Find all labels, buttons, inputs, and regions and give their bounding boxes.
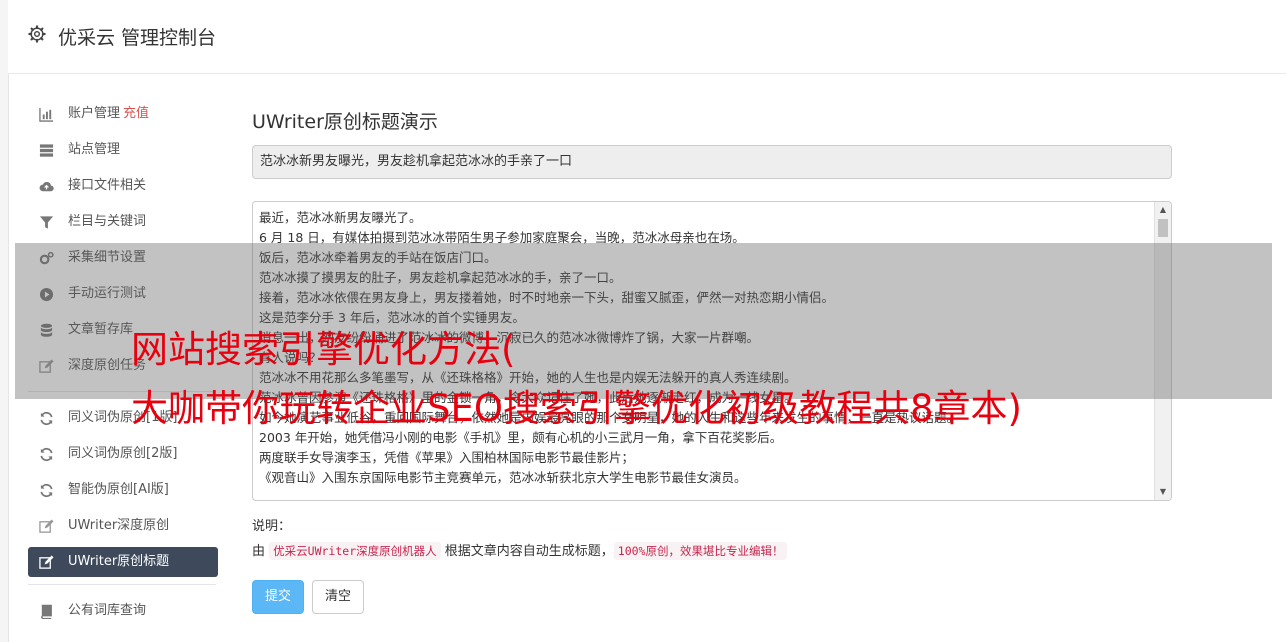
page-title: UWriter原创标题演示 xyxy=(252,111,438,133)
form-buttons: 提交 清空 xyxy=(252,580,1172,614)
cloud-upload-icon xyxy=(39,182,54,192)
book-icon xyxy=(41,604,52,619)
sidebar-item-label: 栏目与关键词 xyxy=(68,214,147,229)
scroll-up-arrow-icon[interactable]: ▲ xyxy=(1155,202,1171,218)
article-line: 最近，范冰冰新男友曝光了。 xyxy=(259,210,422,225)
article-line: 两度联手女导演李玉，凭借《苹果》入围柏林国际电影节最佳影片； xyxy=(259,450,635,465)
sidebar-item-uwriter-deep[interactable]: UWriter深度原创 xyxy=(28,508,218,544)
note-label: 说明： xyxy=(252,519,292,534)
refresh-icon xyxy=(40,411,53,426)
note-robot-name: 优采云UWriter深度原创机器人 xyxy=(269,542,441,560)
sidebar-item-ai-rewrite[interactable]: 智能伪原创[AI版] xyxy=(28,472,218,508)
note-prefix: 由 xyxy=(252,544,266,559)
scroll-down-arrow-icon[interactable]: ▼ xyxy=(1155,484,1171,500)
edit-icon xyxy=(39,519,54,533)
sidebar-item-columns-keywords[interactable]: 栏目与关键词 xyxy=(28,204,218,240)
refresh-icon xyxy=(40,483,53,498)
sidebar-item-label: 站点管理 xyxy=(68,142,121,157)
sidebar-item-account[interactable]: 账户管理 充值 xyxy=(28,96,218,132)
article-line: 2003 年开始，她凭借冯小刚的电影《手机》里，颇有心机的小三武月一角，拿下百花… xyxy=(259,430,783,445)
generated-title-field[interactable]: 范冰冰新男友曝光，男友趁机拿起范冰冰的手亲了一口 xyxy=(252,145,1172,179)
note-middle: 根据文章内容自动生成标题， xyxy=(444,544,614,559)
note-original-claim: 100%原创，效果堪比专业编辑！ xyxy=(613,542,788,560)
overlay-headline-line1: 网站搜索引擎优化方法( xyxy=(131,328,516,371)
clear-button[interactable]: 清空 xyxy=(312,580,365,614)
sidebar-item-public-lexicon[interactable]: 公有词库查询 xyxy=(28,593,218,629)
filter-icon xyxy=(39,216,54,229)
scroll-thumb[interactable] xyxy=(1158,219,1168,237)
sidebar-item-label: 智能伪原创[AI版] xyxy=(68,482,169,497)
gear-icon xyxy=(28,25,46,43)
sidebar-item-synonym-v2[interactable]: 同义词伪原创[2版] xyxy=(28,436,218,472)
sidebar-item-label: 账户管理 xyxy=(68,106,121,121)
sidebar-item-uwriter-title[interactable]: UWriter原创标题 xyxy=(28,547,218,577)
sidebar-divider xyxy=(28,584,216,585)
recharge-link[interactable]: 充值 xyxy=(123,106,149,121)
sidebar-item-label: UWriter原创标题 xyxy=(68,554,170,569)
watermark-overlay-band xyxy=(15,243,1272,399)
sidebar-item-sites[interactable]: 站点管理 xyxy=(28,132,218,168)
refresh-icon xyxy=(40,447,53,462)
article-line: 《观音山》入围东京国际电影节主竞赛单元，范冰冰斩获北京大学生电影节最佳女演员。 xyxy=(259,470,747,485)
sidebar-item-interface-files[interactable]: 接口文件相关 xyxy=(28,168,218,204)
header: 优采云 管理控制台 xyxy=(8,0,1286,74)
submit-button[interactable]: 提交 xyxy=(252,580,305,614)
sidebar-item-label: 同义词伪原创[2版] xyxy=(68,446,178,461)
sidebar-item-label: 接口文件相关 xyxy=(68,178,147,193)
overlay-headline-line2: 大咖带你玩转企业SEO搜索引擎优化初级教程共8章本) xyxy=(131,387,1022,430)
sidebar-item-label: 公有词库查询 xyxy=(68,603,147,618)
edit-icon xyxy=(39,555,54,569)
note-text: 由 优采云UWriter深度原创机器人 根据文章内容自动生成标题， 100%原创，… xyxy=(252,540,1172,560)
page-header-title: 优采云 管理控制台 xyxy=(58,27,217,49)
bar-chart-icon xyxy=(39,107,54,122)
sidebar-item-label: UWriter深度原创 xyxy=(68,518,170,533)
server-icon xyxy=(39,144,54,157)
